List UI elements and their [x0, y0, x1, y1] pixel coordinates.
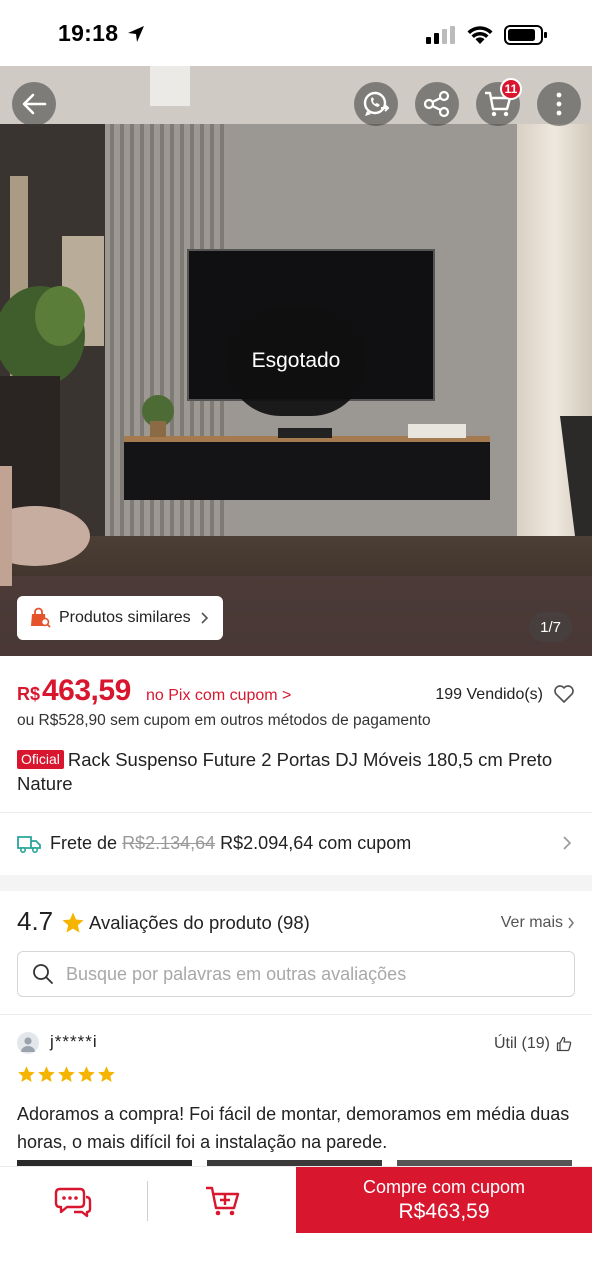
image-counter: 1/7	[529, 612, 572, 642]
shipping-text: Frete de R$2.134,64 R$2.094,64 com cupom	[50, 833, 411, 854]
sold-count: 199 Vendido(s)	[435, 686, 543, 703]
cart-button[interactable]: 11	[476, 78, 522, 126]
wifi-icon	[467, 26, 493, 44]
star-icon	[58, 1066, 75, 1083]
share-button[interactable]	[415, 82, 459, 126]
buy-button-price: R$463,59	[398, 1199, 490, 1223]
heart-icon[interactable]	[553, 684, 575, 704]
shipping-new-price: R$2.094,64 com cupom	[220, 833, 412, 853]
thumbs-up-icon	[556, 1036, 572, 1052]
price-currency: R$	[17, 684, 41, 704]
back-button[interactable]	[12, 82, 56, 126]
star-icon	[78, 1066, 95, 1083]
whatsapp-share-button[interactable]	[354, 82, 398, 126]
star-icon	[38, 1066, 55, 1083]
whatsapp-icon	[363, 91, 390, 116]
chevron-right-icon	[201, 612, 208, 624]
status-time: 19:18	[58, 20, 119, 46]
share-icon	[423, 90, 450, 118]
review-text: Adoramos a compra! Foi fácil de montar, …	[17, 1104, 570, 1152]
bar-separator	[147, 1181, 148, 1221]
pix-coupon-link[interactable]: no Pix com cupom >	[146, 687, 291, 705]
price-value: 463,59	[42, 674, 131, 707]
status-bar: 19:18	[0, 0, 592, 66]
shipping-row[interactable]: Frete de R$2.134,64 R$2.094,64 com cupom	[0, 813, 592, 875]
soldout-overlay: Esgotado	[226, 306, 366, 416]
reviews-title: Avaliações do produto (98)	[89, 912, 310, 933]
product-title: Oficial Rack Suspenso Future 2 Portas DJ …	[17, 748, 577, 796]
rating-value: 4.7	[17, 906, 54, 936]
bottom-action-bar: Compre com cupom R$463,59	[0, 1166, 592, 1280]
truck-icon	[17, 836, 41, 853]
battery-icon	[504, 25, 547, 45]
more-vertical-icon	[556, 92, 562, 116]
buy-button-label: Compre com cupom	[362, 1176, 526, 1197]
more-options-button[interactable]	[537, 82, 581, 126]
product-title-text: Rack Suspenso Future 2 Portas DJ Móveis …	[17, 749, 553, 794]
shipping-label: Frete de	[50, 833, 118, 853]
shipping-old-price: R$2.134,64	[122, 833, 216, 853]
product-image-carousel[interactable]: 11 Esgotado Produtos similares 1/7	[0, 66, 592, 656]
star-icon	[62, 912, 84, 933]
review-search-field[interactable]	[17, 951, 575, 997]
add-to-cart-button[interactable]	[204, 1184, 242, 1223]
reviewer-name: j*****i	[50, 1032, 98, 1051]
chat-button[interactable]	[54, 1185, 92, 1224]
reviews-count: (98)	[276, 912, 310, 933]
chat-icon	[54, 1187, 92, 1218]
chevron-right-icon	[568, 917, 574, 929]
similar-products-button[interactable]: Produtos similares	[17, 596, 223, 640]
reviews-header: 4.7 Avaliações do produto (98) Ver mais	[17, 906, 575, 942]
chevron-right-icon	[563, 836, 572, 850]
review-search-input[interactable]	[66, 963, 546, 985]
star-icon	[18, 1066, 35, 1083]
cellular-signal-icon	[426, 26, 455, 44]
search-icon	[33, 964, 53, 984]
official-badge: Oficial	[17, 750, 64, 769]
alternative-price: ou R$528,90 sem cupom em outros métodos …	[17, 712, 431, 729]
similar-products-label: Produtos similares	[59, 609, 191, 626]
price-row: R$ 463,59 no Pix com cupom > 199 Vendido…	[17, 672, 575, 712]
see-more-reviews-link[interactable]: Ver mais	[501, 914, 575, 932]
add-to-cart-icon	[206, 1186, 240, 1216]
buy-with-coupon-button[interactable]: Compre com cupom R$463,59	[296, 1167, 592, 1233]
review-stars	[17, 1065, 116, 1084]
section-gap	[0, 875, 592, 891]
divider	[0, 1014, 592, 1015]
avatar	[17, 1032, 39, 1054]
user-icon	[21, 1037, 35, 1052]
star-icon	[98, 1066, 115, 1083]
helpful-button[interactable]: Útil (19)	[494, 1035, 572, 1053]
shopping-bag-search-icon	[31, 607, 51, 628]
arrow-left-icon	[22, 93, 47, 115]
cart-count-badge: 11	[500, 78, 522, 100]
location-arrow-icon	[128, 26, 144, 42]
